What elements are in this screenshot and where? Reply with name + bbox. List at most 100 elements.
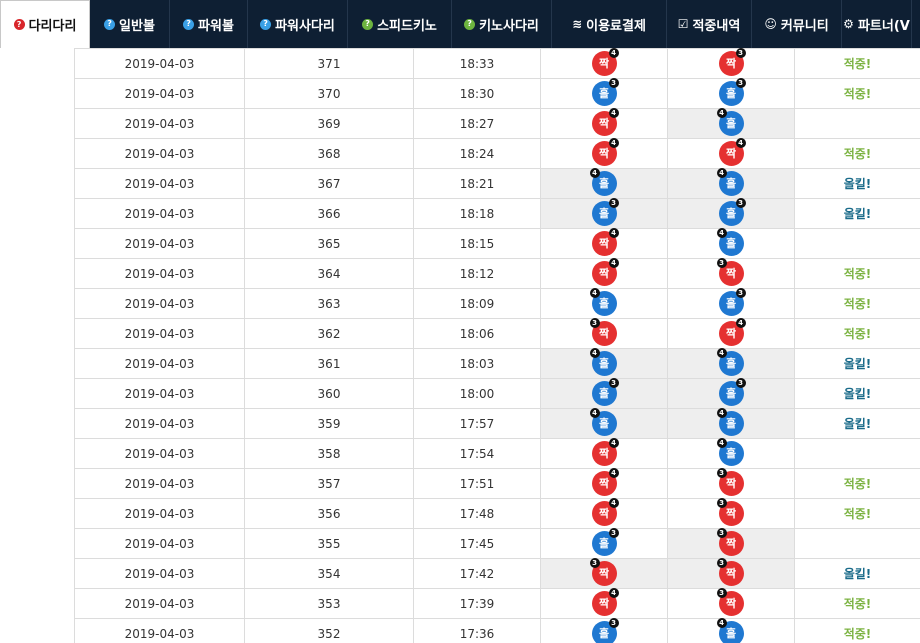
nav-tab-7[interactable]: ☑ 적중내역: [667, 0, 752, 48]
result-ball: 짝4: [591, 588, 619, 616]
time-cell: 17:51: [413, 468, 541, 499]
date-cell: 2019-04-03: [74, 108, 245, 139]
time-cell: 18:21: [413, 168, 541, 199]
nav-tab-label: 키노사다리: [479, 18, 539, 34]
date-cell: 2019-04-03: [74, 438, 245, 469]
result-count-badge: 4: [608, 498, 619, 508]
nav-tab-5[interactable]: ? 키노사다리: [452, 0, 552, 48]
round-cell: 360: [244, 378, 414, 409]
nav-tab-4[interactable]: ? 스피드키노: [348, 0, 452, 48]
round-cell: 367: [244, 168, 414, 199]
result-cell: 짝3: [540, 558, 668, 589]
result-cell: 짝4: [540, 108, 668, 139]
pick-cell: 홀4: [667, 108, 795, 139]
pick-cell: 짝4: [667, 318, 795, 349]
time-cell: 18:27: [413, 108, 541, 139]
result-label: 짝: [598, 507, 610, 520]
table-row: 2019-04-03 362 18:06 짝 3 짝 4 적중!: [74, 318, 920, 349]
status-text: 올킬!: [843, 177, 872, 191]
pick-cell: 짝3: [667, 558, 795, 589]
status-cell: [794, 108, 920, 139]
table-row: 2019-04-03 371 18:33 짝 4 짝 3 적중!: [74, 48, 920, 79]
result-cell: 짝4: [540, 498, 668, 529]
pick-cell: 짝3: [667, 498, 795, 529]
pick-label: 짝: [725, 327, 737, 340]
table-row: 2019-04-03 366 18:18 홀 3 홀 3 올킬!: [74, 198, 920, 229]
pick-ball: 홀4: [716, 168, 744, 196]
nav-tab-8[interactable]: ☺ 커뮤니티: [752, 0, 842, 48]
time-cell: 18:03: [413, 348, 541, 379]
result-ball: 홀3: [591, 378, 619, 406]
result-count-badge: 3: [608, 528, 619, 538]
pick-ball: 홀4: [716, 438, 744, 466]
pick-ball: 짝3: [716, 528, 744, 556]
table-row: 2019-04-03 359 17:57 홀 4 홀 4 올킬!: [74, 408, 920, 439]
pick-count-badge: 3: [735, 48, 746, 58]
result-count-badge: 4: [608, 438, 619, 448]
round-cell: 353: [244, 588, 414, 619]
status-text: 적중!: [843, 327, 872, 341]
nav-tab-6[interactable]: ≋ 이용료결제: [552, 0, 667, 48]
pick-count-badge: 4: [716, 228, 727, 238]
result-cell: 짝3: [540, 318, 668, 349]
table-row: 2019-04-03 368 18:24 짝 4 짝 4 적중!: [74, 138, 920, 169]
nav-tab-0[interactable]: ? 다리다리: [0, 0, 90, 48]
pick-cell: 짝3: [667, 258, 795, 289]
pick-label: 홀: [725, 207, 737, 220]
status-text: 올킬!: [843, 567, 872, 581]
pick-count-badge: 4: [716, 348, 727, 358]
pick-cell: 짝3: [667, 528, 795, 559]
result-label: 홀: [598, 357, 610, 370]
pick-label: 짝: [725, 537, 737, 550]
pick-count-badge: 3: [716, 558, 727, 568]
result-cell: 홀3: [540, 78, 668, 109]
pick-cell: 홀4: [667, 408, 795, 439]
nav-tab-label: 적중내역: [692, 18, 741, 34]
date-cell: 2019-04-03: [74, 168, 245, 199]
status-text: 올킬!: [843, 417, 872, 431]
nav-tab-label: 다리다리: [28, 19, 77, 34]
pick-label: 홀: [725, 417, 737, 430]
result-label: 짝: [598, 567, 610, 580]
result-ball: 홀4: [589, 348, 617, 376]
round-cell: 366: [244, 198, 414, 229]
date-cell: 2019-04-03: [74, 138, 245, 169]
nav-tab-3[interactable]: ? 파워사다리: [248, 0, 348, 48]
checkbox-icon: ☑: [677, 17, 689, 31]
nav-tab-2[interactable]: ? 파워볼: [170, 0, 248, 48]
nav-tab-9[interactable]: ⚙ 파트너(V: [842, 0, 912, 48]
pick-ball: 짝3: [716, 498, 744, 526]
question-circle-icon: ?: [362, 18, 374, 30]
result-ball: 짝4: [591, 108, 619, 136]
status-text: 적중!: [843, 267, 872, 281]
round-cell: 357: [244, 468, 414, 499]
table-row: 2019-04-03 364 18:12 짝 4 짝 3 적중!: [74, 258, 920, 289]
table-row: 2019-04-03 357 17:51 짝 4 짝 3 적중!: [74, 468, 920, 499]
result-ball: 홀4: [589, 168, 617, 196]
nav-tab-1[interactable]: ? 일반볼: [90, 0, 170, 48]
result-count-badge: 4: [608, 258, 619, 268]
status-text: 올킬!: [843, 387, 872, 401]
result-label: 홀: [598, 387, 610, 400]
pick-label: 홀: [725, 87, 737, 100]
result-label: 짝: [598, 117, 610, 130]
table-row: 2019-04-03 365 18:15 짝 4 홀 4: [74, 228, 920, 259]
round-cell: 358: [244, 438, 414, 469]
date-cell: 2019-04-03: [74, 48, 245, 79]
status-cell: 적중!: [794, 78, 920, 109]
status-text: 적중!: [843, 597, 872, 611]
result-count-badge: 4: [608, 48, 619, 58]
status-cell: [794, 528, 920, 559]
status-cell: 올킬!: [794, 408, 920, 439]
pick-label: 홀: [725, 387, 737, 400]
time-cell: 18:06: [413, 318, 541, 349]
result-label: 짝: [598, 57, 610, 70]
result-ball: 짝3: [589, 558, 617, 586]
status-text: 올킬!: [843, 207, 872, 221]
pick-count-badge: 3: [716, 468, 727, 478]
result-count-badge: 3: [608, 618, 619, 628]
result-label: 홀: [598, 417, 610, 430]
results-table-container[interactable]: 2019-04-03 371 18:33 짝 4 짝 3 적중! 2019-04-03 370 18…: [74, 48, 920, 643]
nav-tab-label: 파워볼: [198, 18, 234, 34]
nav-tab-label: 이용료결제: [586, 18, 646, 34]
